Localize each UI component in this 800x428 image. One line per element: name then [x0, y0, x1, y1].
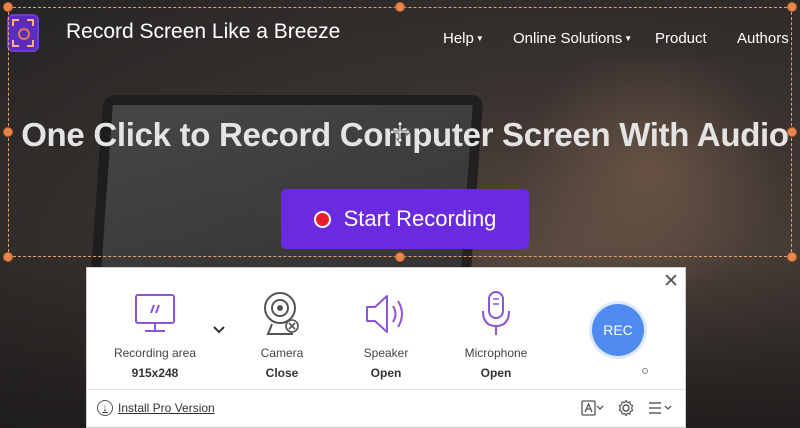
- text-format-button[interactable]: [581, 400, 605, 416]
- recorder-panel: ✕ Recording area 915x248 Camera Close Sp…: [86, 267, 686, 428]
- recording-area-tool[interactable]: Recording area 915x248: [105, 286, 205, 380]
- settings-button[interactable]: [617, 399, 635, 417]
- gear-icon: [618, 399, 634, 417]
- status-dot: [642, 368, 648, 374]
- resize-handle-bottom[interactable]: [395, 252, 405, 262]
- site-title[interactable]: Record Screen Like a Breeze: [66, 20, 340, 44]
- download-icon: ↓: [97, 400, 113, 416]
- logo-icon[interactable]: [7, 14, 39, 52]
- speaker-icon: [366, 295, 403, 333]
- recorder-footer: ↓ Install Pro Version: [87, 389, 685, 427]
- monitor-icon: [135, 294, 175, 332]
- record-dot-icon: [313, 210, 331, 228]
- install-pro-link[interactable]: ↓ Install Pro Version: [97, 400, 215, 416]
- menu-button[interactable]: [647, 400, 675, 416]
- resize-handle-top-left[interactable]: [3, 2, 13, 12]
- caret-down-icon: ▼: [475, 34, 484, 43]
- chevron-down-icon[interactable]: [212, 323, 226, 337]
- footer-toolbar: [581, 399, 675, 417]
- rec-button[interactable]: REC: [592, 304, 644, 356]
- resize-handle-left[interactable]: [3, 127, 13, 137]
- resize-handle-top-right[interactable]: [787, 2, 797, 12]
- menu-icon: [649, 402, 672, 414]
- resize-handle-right[interactable]: [787, 127, 797, 137]
- resize-handle-bottom-right[interactable]: [787, 252, 797, 262]
- nav-authors[interactable]: Authors: [737, 30, 789, 47]
- resize-handle-bottom-left[interactable]: [3, 252, 13, 262]
- caret-down-icon: ▼: [624, 34, 633, 43]
- camera-tool[interactable]: Camera Close: [232, 286, 332, 380]
- close-icon[interactable]: ✕: [663, 270, 679, 293]
- webcam-icon: [264, 292, 299, 335]
- microphone-icon: [482, 291, 510, 335]
- start-recording-button[interactable]: Start Recording: [281, 189, 529, 249]
- nav-help[interactable]: Help ▼: [443, 30, 484, 47]
- move-cursor-icon: [390, 120, 410, 144]
- nav-online-solutions[interactable]: Online Solutions ▼: [513, 30, 632, 47]
- resize-handle-top[interactable]: [395, 2, 405, 12]
- text-format-icon: [581, 400, 604, 416]
- nav-product[interactable]: Product: [655, 30, 707, 47]
- microphone-tool[interactable]: Microphone Open: [446, 286, 546, 380]
- speaker-tool[interactable]: Speaker Open: [336, 286, 436, 380]
